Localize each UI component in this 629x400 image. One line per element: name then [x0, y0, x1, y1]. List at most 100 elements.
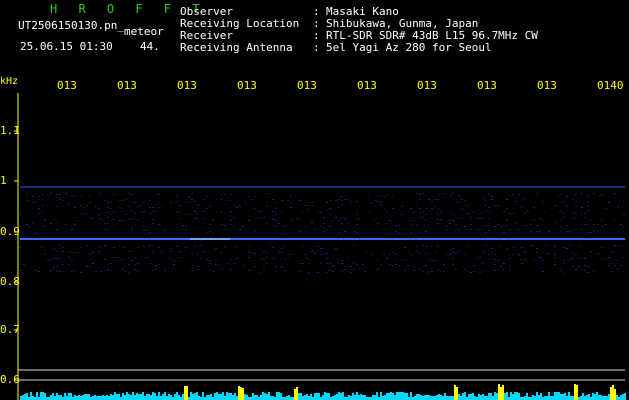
noise-speck — [437, 194, 439, 195]
noise-speck — [131, 226, 133, 227]
noise-floor-bar — [418, 394, 420, 400]
noise-floor-bar — [280, 393, 282, 400]
noise-speck — [314, 229, 316, 230]
noise-floor-bar — [608, 394, 610, 400]
noise-speck — [488, 230, 490, 231]
noise-speck — [422, 193, 424, 194]
noise-speck — [23, 225, 25, 226]
noise-speck — [227, 229, 229, 230]
noise-speck — [590, 232, 592, 233]
noise-floor-bar — [598, 395, 600, 400]
noise-floor-bar — [56, 393, 58, 400]
time-tick: 013 — [57, 79, 77, 92]
noise-floor-bar — [360, 394, 362, 400]
noise-floor-bar — [358, 395, 360, 400]
noise-floor-bar — [70, 393, 72, 400]
noise-speck — [146, 257, 148, 258]
noise-speck — [380, 195, 382, 196]
noise-speck — [476, 258, 478, 259]
noise-speck — [464, 254, 466, 255]
noise-floor-bar — [332, 396, 334, 400]
noise-speck — [113, 211, 115, 212]
noise-floor-bar — [566, 396, 568, 400]
noise-speck — [413, 270, 415, 271]
noise-speck — [563, 272, 565, 273]
noise-speck — [527, 225, 529, 226]
noise-speck — [425, 208, 427, 209]
noise-speck — [125, 271, 127, 272]
noise-speck — [503, 232, 505, 233]
noise-speck — [341, 263, 343, 264]
noise-speck — [320, 254, 322, 255]
noise-speck — [620, 246, 622, 247]
noise-speck — [323, 253, 325, 254]
noise-speck — [215, 212, 217, 213]
time-tick: 013 — [477, 79, 497, 92]
noise-speck — [473, 212, 475, 213]
noise-speck — [326, 272, 328, 273]
noise-speck — [374, 200, 376, 201]
noise-speck — [386, 205, 388, 206]
noise-speck — [416, 205, 418, 206]
noise-speck — [335, 200, 337, 201]
noise-floor-bar — [484, 396, 486, 400]
noise-speck — [83, 207, 85, 208]
noise-speck — [296, 218, 298, 219]
noise-floor-bar — [458, 394, 460, 400]
noise-speck — [596, 253, 598, 254]
noise-speck — [188, 214, 190, 215]
noise-speck — [107, 207, 109, 208]
noise-speck — [566, 196, 568, 197]
noise-speck — [452, 193, 454, 194]
noise-speck — [329, 208, 331, 209]
noise-speck — [119, 200, 121, 201]
noise-speck — [572, 212, 574, 213]
noise-speck — [155, 269, 157, 270]
noise-speck — [293, 270, 295, 271]
noise-speck — [89, 202, 91, 203]
noise-floor-bar — [460, 396, 462, 400]
noise-speck — [197, 218, 199, 219]
noise-floor-bar — [518, 393, 520, 400]
noise-floor-bar — [196, 392, 198, 400]
noise-speck — [74, 270, 76, 271]
noise-speck — [395, 225, 397, 226]
noise-speck — [89, 254, 91, 255]
noise-speck — [155, 211, 157, 212]
noise-speck — [341, 223, 343, 224]
noise-speck — [95, 271, 97, 272]
noise-speck — [452, 248, 454, 249]
noise-speck — [476, 217, 478, 218]
noise-speck — [131, 229, 133, 230]
noise-floor-bar — [338, 392, 340, 400]
noise-speck — [107, 212, 109, 213]
noise-speck — [203, 199, 205, 200]
noise-speck — [272, 225, 274, 226]
noise-speck — [461, 218, 463, 219]
noise-floor-bar — [416, 394, 418, 400]
noise-speck — [479, 218, 481, 219]
noise-speck — [251, 253, 253, 254]
noise-speck — [500, 226, 502, 227]
noise-speck — [599, 220, 601, 221]
noise-speck — [509, 269, 511, 270]
noise-speck — [119, 259, 121, 260]
noise-floor-bar — [124, 395, 126, 400]
noise-speck — [494, 264, 496, 265]
noise-speck — [614, 245, 616, 246]
noise-speck — [263, 217, 265, 218]
noise-floor-bar — [506, 392, 508, 400]
noise-speck — [116, 257, 118, 258]
noise-speck — [485, 232, 487, 233]
noise-speck — [221, 199, 223, 200]
noise-speck — [86, 245, 88, 246]
noise-speck — [449, 254, 451, 255]
noise-speck — [59, 194, 61, 195]
noise-speck — [248, 252, 250, 253]
noise-speck — [452, 214, 454, 215]
noise-speck — [419, 212, 421, 213]
noise-speck — [302, 263, 304, 264]
noise-floor-bar — [348, 395, 350, 400]
noise-speck — [170, 258, 172, 259]
noise-speck — [539, 231, 541, 232]
